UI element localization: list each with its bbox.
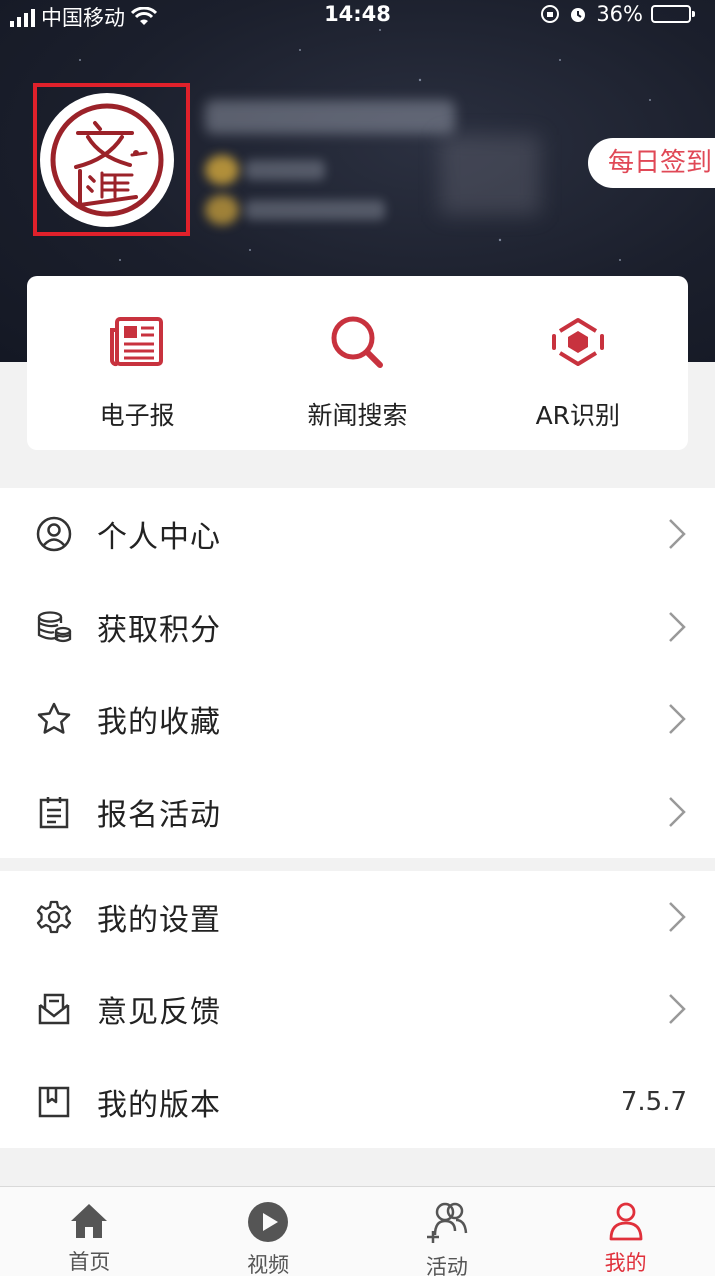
chevron-right-icon	[669, 519, 686, 550]
newspaper-icon	[107, 312, 167, 372]
quick-action-label: 电子报	[99, 401, 175, 430]
menu-item-version: 我的版本 7.5.7	[0, 1056, 715, 1148]
chevron-right-icon	[669, 994, 686, 1025]
battery-percent: 36%	[596, 2, 643, 26]
chevron-right-icon	[669, 704, 686, 735]
quick-action-ar[interactable]: AR识别	[468, 276, 688, 450]
menu-item-label: 意见反馈	[97, 995, 221, 1031]
menu-item-earn-points[interactable]: 获取积分	[0, 581, 715, 674]
people-add-icon	[425, 1201, 469, 1245]
feedback-mail-icon	[36, 991, 72, 1027]
tab-label: 活动	[425, 1255, 468, 1276]
blurred-points-badge	[205, 155, 239, 185]
blurred-username	[205, 100, 455, 134]
tab-activity[interactable]: 活动	[358, 1187, 537, 1276]
menu-group-settings: 我的设置 意见反馈 我的版本 7.5.7	[0, 871, 715, 1148]
blurred-points-text	[245, 160, 325, 180]
play-icon	[246, 1201, 290, 1243]
menu-item-label: 我的收藏	[97, 705, 221, 741]
menu-item-personal-center[interactable]: 个人中心	[0, 488, 715, 581]
menu-item-label: 个人中心	[97, 520, 221, 556]
quick-actions-card: 电子报 新闻搜索 AR识别	[27, 276, 688, 450]
ar-cube-icon	[548, 312, 608, 372]
coins-icon	[36, 609, 72, 645]
home-icon	[67, 1201, 111, 1240]
menu-item-label: 我的版本	[97, 1087, 221, 1123]
rotation-lock-icon	[541, 5, 560, 23]
quick-action-label: AR识别	[535, 401, 621, 430]
avatar[interactable]	[40, 93, 174, 227]
status-right: 36%	[540, 2, 695, 26]
user-icon	[604, 1201, 648, 1241]
star-icon	[36, 701, 72, 737]
menu-item-event-signup[interactable]: 报名活动	[0, 766, 715, 859]
tab-label: 视频	[247, 1253, 290, 1276]
blurred-brand-mark	[440, 135, 540, 215]
tab-video[interactable]: 视频	[179, 1187, 358, 1276]
menu-item-settings[interactable]: 我的设置	[0, 871, 715, 963]
tab-mine[interactable]: 我的	[536, 1187, 715, 1276]
alarm-icon	[571, 8, 586, 22]
menu-item-feedback[interactable]: 意见反馈	[0, 963, 715, 1055]
clipboard-icon	[36, 794, 72, 830]
chevron-right-icon	[669, 902, 686, 933]
menu-item-label: 我的设置	[97, 903, 221, 939]
daily-checkin-button[interactable]: 每日签到	[588, 138, 715, 188]
chevron-right-icon	[669, 796, 686, 827]
blurred-level-text	[245, 200, 385, 220]
tab-label: 我的	[604, 1251, 647, 1275]
chevron-right-icon	[669, 611, 686, 642]
battery-icon	[651, 5, 695, 23]
menu-group-account: 个人中心 获取积分 我的收藏 报名活动	[0, 488, 715, 858]
version-number: 7.5.7	[620, 1086, 687, 1117]
tab-home[interactable]: 首页	[0, 1187, 179, 1276]
bottom-tab-bar: 首页 视频 活动 我的	[0, 1186, 715, 1276]
wenhui-seal-logo	[50, 103, 164, 217]
gear-icon	[36, 899, 72, 935]
user-circle-icon	[36, 516, 72, 552]
menu-item-label: 报名活动	[97, 797, 221, 833]
menu-item-favorites[interactable]: 我的收藏	[0, 673, 715, 766]
tab-label: 首页	[68, 1250, 111, 1274]
blurred-level-badge	[205, 195, 239, 225]
search-icon	[327, 312, 387, 372]
quick-action-news-search[interactable]: 新闻搜索	[247, 276, 467, 450]
status-bar: 中国移动 14:48 36%	[0, 0, 715, 34]
book-icon	[36, 1084, 72, 1120]
quick-action-epaper[interactable]: 电子报	[27, 276, 247, 450]
quick-action-label: 新闻搜索	[307, 401, 408, 430]
menu-item-label: 获取积分	[97, 612, 221, 648]
